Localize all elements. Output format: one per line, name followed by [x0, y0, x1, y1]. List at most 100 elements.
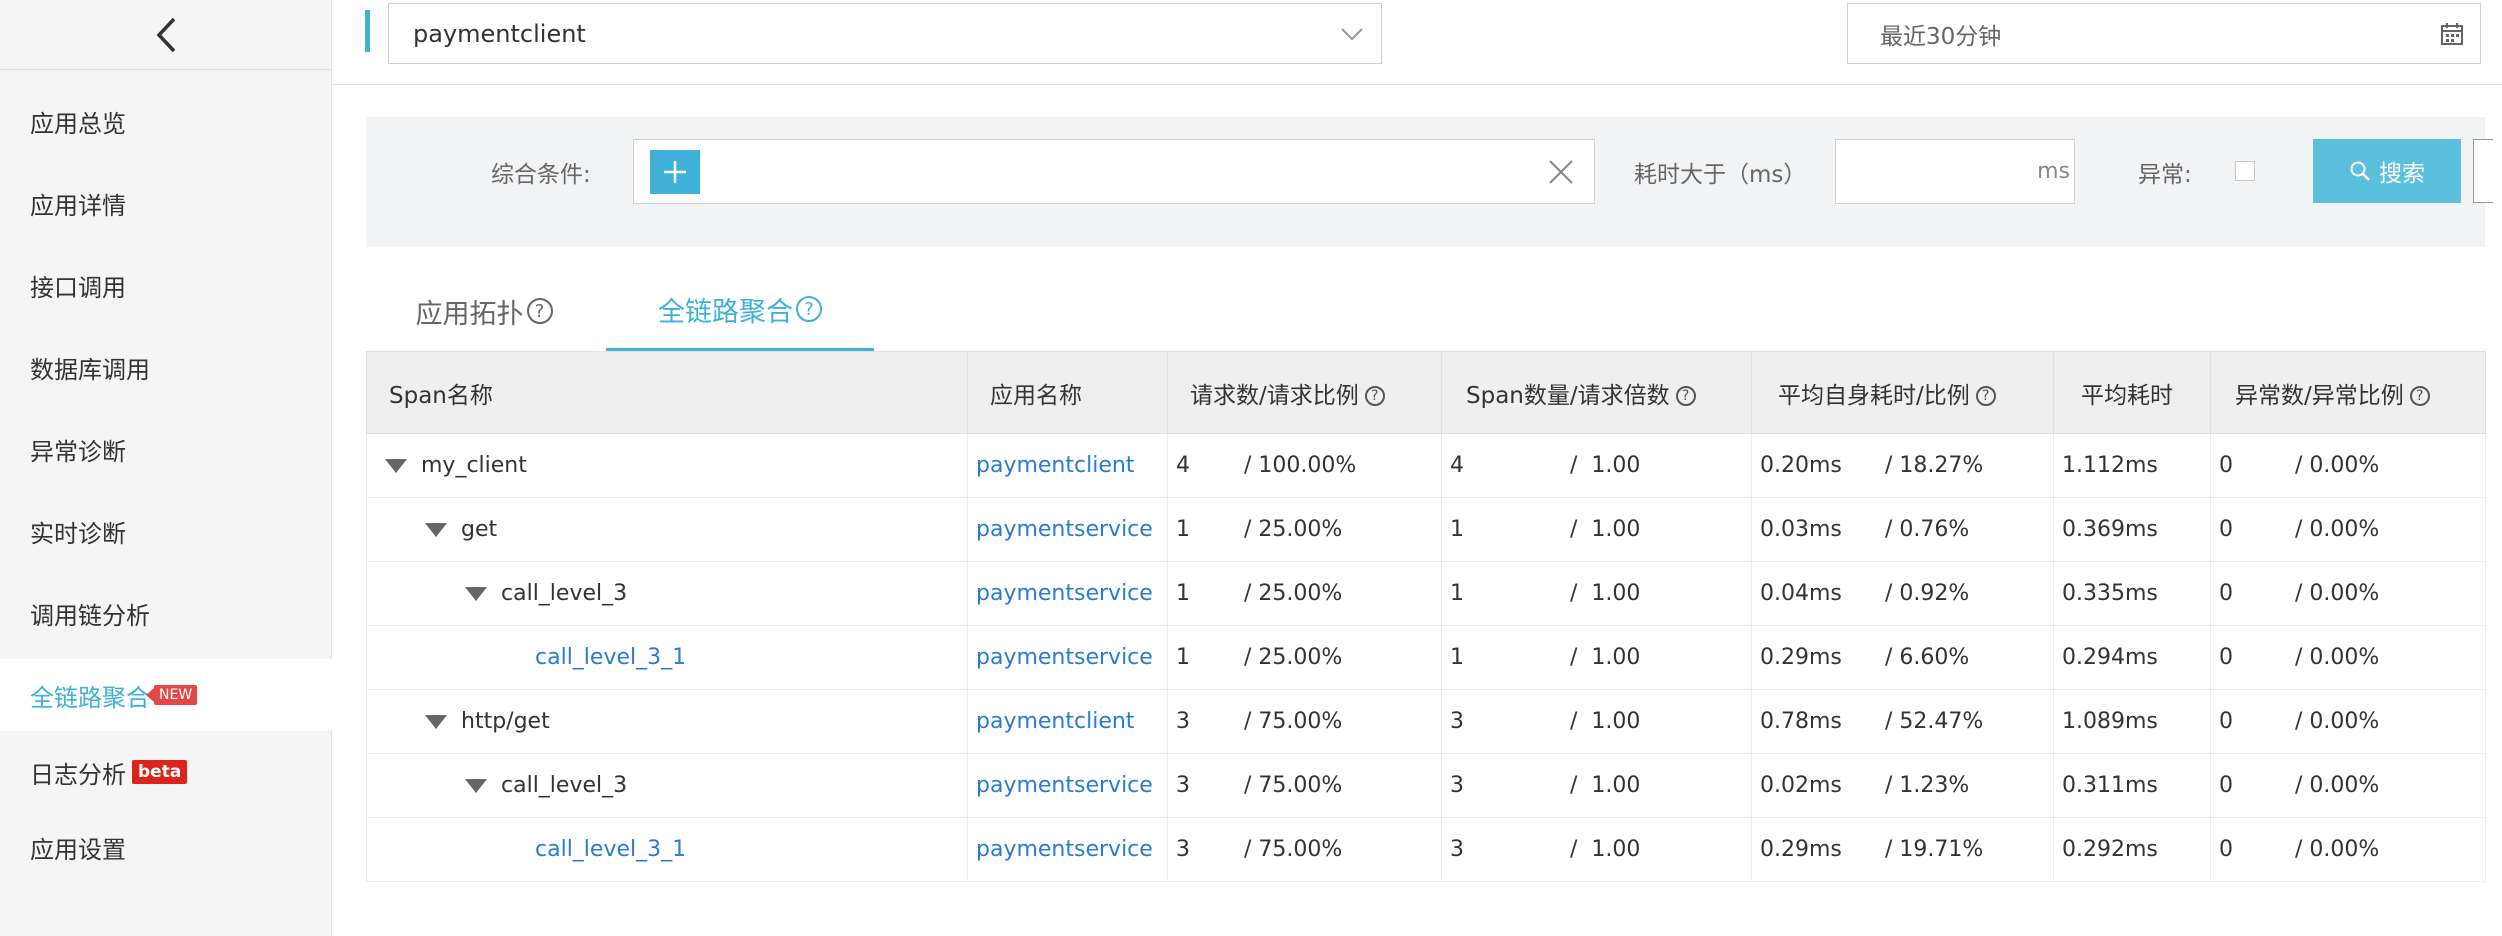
- help-icon[interactable]: ?: [1675, 386, 1696, 406]
- avg-time: 1.089ms: [2062, 709, 2158, 734]
- self-time: 0.78ms: [1760, 709, 1842, 734]
- search-icon: [2350, 161, 2370, 181]
- error-checkbox[interactable]: [2235, 161, 2255, 181]
- span-multiple: / 1.00: [1570, 773, 1641, 798]
- sidebar-item-realtime-diagnosis[interactable]: 实时诊断: [0, 495, 332, 567]
- sidebar-item-interface-calls[interactable]: 接口调用: [0, 249, 332, 321]
- tab-full-trace-aggregation[interactable]: 全链路聚合 ?: [606, 270, 874, 352]
- request-ratio: / 25.00%: [1244, 581, 1343, 606]
- sidebar-item-log-analysis[interactable]: 日志分析 beta: [0, 736, 332, 808]
- avg-time: 0.294ms: [2062, 645, 2158, 670]
- tab-app-topology[interactable]: 应用拓扑 ?: [380, 270, 588, 352]
- filter-panel: 综合条件: 耗时大于（ms） ms 异常: 搜索: [366, 117, 2493, 247]
- span-count-cell: 3 / 1.00: [1441, 817, 1752, 882]
- error-count: 0: [2219, 517, 2233, 542]
- column-header-span-name[interactable]: Span名称: [366, 351, 968, 434]
- span-count-cell: 3 / 1.00: [1441, 753, 1752, 818]
- app-name-link[interactable]: paymentservice: [976, 581, 1153, 606]
- duration-input[interactable]: ms: [1835, 139, 2075, 204]
- app-name-cell: paymentservice: [967, 817, 1168, 882]
- app-name-link[interactable]: paymentclient: [976, 453, 1134, 478]
- secondary-button[interactable]: [2473, 139, 2493, 203]
- span-count: 1: [1450, 581, 1464, 606]
- span-count-cell: 1 / 1.00: [1441, 625, 1752, 690]
- app-name-link[interactable]: paymentservice: [976, 645, 1153, 670]
- sidebar-item-app-overview[interactable]: 应用总览: [0, 85, 332, 157]
- errors-cell: 0 / 0.00%: [2210, 433, 2486, 498]
- column-header-span-count[interactable]: Span数量/请求倍数?: [1441, 351, 1752, 434]
- calendar-icon: [2441, 23, 2463, 45]
- time-range-picker[interactable]: 最近30分钟: [1847, 3, 2481, 64]
- requests-cell: 3 / 75.00%: [1167, 817, 1442, 882]
- sidebar-item-database-calls[interactable]: 数据库调用: [0, 331, 332, 403]
- expand-toggle-icon[interactable]: [425, 714, 447, 729]
- sidebar-item-label: 应用总览: [30, 109, 126, 138]
- help-icon[interactable]: ?: [1364, 386, 1385, 406]
- column-header-app-name[interactable]: 应用名称: [967, 351, 1168, 434]
- error-count: 0: [2219, 773, 2233, 798]
- app-name-link[interactable]: paymentclient: [976, 709, 1134, 734]
- help-icon[interactable]: ?: [2409, 386, 2430, 406]
- requests-cell: 1 / 25.00%: [1167, 625, 1442, 690]
- expand-toggle-icon[interactable]: [465, 778, 487, 793]
- condition-input[interactable]: [633, 139, 1595, 204]
- errors-cell: 0 / 0.00%: [2210, 817, 2486, 882]
- span-multiple: / 1.00: [1570, 709, 1641, 734]
- avg-time-cell: 0.292ms: [2053, 817, 2211, 882]
- help-icon[interactable]: ?: [1975, 386, 1996, 406]
- self-time: 0.20ms: [1760, 453, 1842, 478]
- avg-time-cell: 1.112ms: [2053, 433, 2211, 498]
- app-name-link[interactable]: paymentservice: [976, 773, 1153, 798]
- error-count: 0: [2219, 837, 2233, 862]
- clear-icon[interactable]: [1548, 159, 1574, 185]
- app-name-link[interactable]: paymentservice: [976, 837, 1153, 862]
- errors-cell: 0 / 0.00%: [2210, 561, 2486, 626]
- request-ratio: / 25.00%: [1244, 517, 1343, 542]
- collapse-sidebar-button[interactable]: [0, 0, 332, 70]
- requests-cell: 1 / 25.00%: [1167, 561, 1442, 626]
- span-count: 3: [1450, 709, 1464, 734]
- self-time-cell: 0.29ms / 19.71%: [1751, 817, 2054, 882]
- sidebar-item-trace-analysis[interactable]: 调用链分析: [0, 577, 332, 649]
- sidebar: 应用总览 应用详情 接口调用 数据库调用 异常诊断 实时诊断 调用链分析 全链路…: [0, 0, 332, 936]
- search-button[interactable]: 搜索: [2313, 139, 2461, 203]
- help-icon[interactable]: ?: [526, 298, 553, 324]
- span-multiple: / 1.00: [1570, 645, 1641, 670]
- request-count: 1: [1176, 645, 1190, 670]
- span-name[interactable]: call_level_3_1: [535, 645, 686, 670]
- error-ratio: / 0.00%: [2295, 453, 2380, 478]
- column-header-avg-time[interactable]: 平均耗时: [2053, 351, 2211, 434]
- request-count: 4: [1176, 453, 1190, 478]
- span-multiple: / 1.00: [1570, 837, 1641, 862]
- app-name-link[interactable]: paymentservice: [976, 517, 1153, 542]
- column-header-requests[interactable]: 请求数/请求比例?: [1167, 351, 1442, 434]
- self-time: 0.04ms: [1760, 581, 1842, 606]
- span-name: http/get: [461, 709, 550, 734]
- errors-cell: 0 / 0.00%: [2210, 625, 2486, 690]
- span-name[interactable]: call_level_3_1: [535, 837, 686, 862]
- span-count: 3: [1450, 837, 1464, 862]
- sidebar-item-label: 调用链分析: [30, 601, 150, 630]
- self-time: 0.29ms: [1760, 645, 1842, 670]
- chevron-left-icon: [156, 17, 176, 52]
- request-count: 3: [1176, 709, 1190, 734]
- span-name-cell: http/get: [366, 689, 968, 754]
- self-time-cell: 0.04ms / 0.92%: [1751, 561, 2054, 626]
- sidebar-item-full-trace-aggregation[interactable]: 全链路聚合 NEW: [0, 659, 332, 731]
- expand-toggle-icon[interactable]: [385, 458, 407, 473]
- table-row: call_level_3 paymentservice 3 / 75.00% 3 / 1.…: [366, 753, 2486, 818]
- sidebar-item-app-details[interactable]: 应用详情: [0, 167, 332, 239]
- sidebar-item-app-settings[interactable]: 应用设置: [0, 811, 332, 883]
- add-condition-button[interactable]: [650, 150, 700, 194]
- column-header-errors[interactable]: 异常数/异常比例?: [2210, 351, 2486, 434]
- app-select[interactable]: paymentclient: [388, 3, 1382, 64]
- span-name-cell: get: [366, 497, 968, 562]
- sidebar-item-exception-diagnosis[interactable]: 异常诊断: [0, 413, 332, 485]
- column-header-self-time[interactable]: 平均自身耗时/比例?: [1751, 351, 2054, 434]
- expand-toggle-icon[interactable]: [465, 586, 487, 601]
- help-icon[interactable]: ?: [796, 296, 822, 322]
- expand-toggle-icon[interactable]: [425, 522, 447, 537]
- self-time-ratio: / 18.27%: [1885, 453, 1984, 478]
- table-row: http/get paymentclient 3 / 75.00% 3 / 1.00 0.7…: [366, 689, 2486, 754]
- span-count-cell: 4 / 1.00: [1441, 433, 1752, 498]
